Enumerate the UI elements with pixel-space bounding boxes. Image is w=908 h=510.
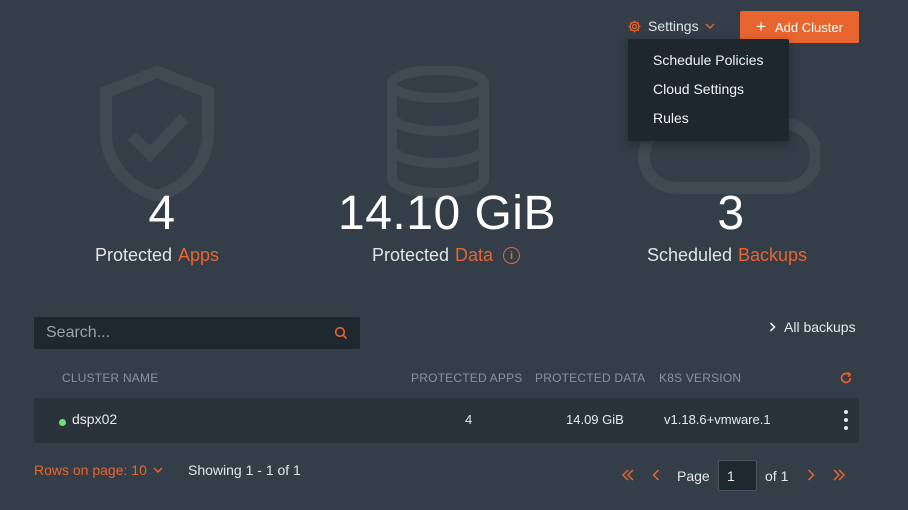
stat-label-accent: Apps	[178, 245, 220, 265]
protected-apps-cell: 4	[465, 412, 473, 427]
search-icon[interactable]	[334, 326, 348, 340]
chevron-down-icon	[705, 23, 715, 29]
search-box	[34, 317, 360, 349]
settings-label: Settings	[648, 18, 699, 34]
last-page-icon[interactable]	[832, 468, 846, 482]
showing-count: Showing 1 - 1 of 1	[188, 462, 301, 478]
plus-icon: +	[756, 16, 766, 36]
menu-item-schedule-policies[interactable]: Schedule Policies	[628, 51, 789, 80]
stat-label-accent: Backups	[738, 245, 808, 265]
page-number-input[interactable]	[718, 460, 757, 491]
first-page-icon[interactable]	[621, 468, 635, 482]
rows-per-page-label: Rows on page: 10	[34, 462, 147, 478]
protected-apps-label: Protected Apps	[57, 245, 257, 266]
chevron-right-icon	[769, 322, 776, 332]
settings-button[interactable]: Settings	[627, 15, 715, 37]
protected-data-label: Protected Data i	[330, 245, 562, 266]
page-label: Page	[677, 468, 710, 484]
stat-label-text: Protected	[94, 245, 172, 265]
chevron-down-icon	[153, 467, 163, 473]
all-backups-label: All backups	[784, 319, 856, 335]
all-backups-link[interactable]: All backups	[769, 319, 856, 335]
next-page-icon[interactable]	[806, 468, 816, 482]
scheduled-backups-label: Scheduled Backups	[617, 245, 837, 266]
add-cluster-label: Add Cluster	[775, 19, 843, 35]
protected-apps-count: 4	[148, 187, 176, 240]
search-input[interactable]	[46, 324, 334, 342]
column-header-cluster-name[interactable]: CLUSTER NAME	[62, 371, 158, 385]
info-icon[interactable]: i	[503, 247, 521, 264]
page-total-label: of 1	[765, 468, 789, 484]
menu-item-cloud-settings[interactable]: Cloud Settings	[628, 80, 789, 109]
stat-label-text: Protected	[371, 245, 449, 265]
column-header-k8s-version[interactable]: K8S VERSION	[659, 371, 741, 385]
column-header-protected-data[interactable]: PROTECTED DATA	[535, 371, 645, 385]
scheduled-backups-count: 3	[717, 187, 745, 240]
settings-dropdown-menu: Schedule Policies Cloud Settings Rules	[628, 39, 789, 141]
column-header-protected-apps[interactable]: PROTECTED APPS	[411, 371, 523, 385]
stat-label-accent: Data	[455, 245, 494, 265]
rows-per-page-dropdown[interactable]: Rows on page: 10	[34, 462, 163, 478]
menu-item-rules[interactable]: Rules	[628, 109, 789, 138]
protected-data-amount: 14.10 GiB	[338, 187, 556, 240]
gear-icon	[628, 20, 641, 32]
stat-label-text: Scheduled	[646, 245, 733, 265]
k8s-version-cell: v1.18.6+vmware.1	[664, 412, 771, 427]
protected-data-cell: 14.09 GiB	[566, 412, 624, 427]
previous-page-icon[interactable]	[651, 468, 661, 482]
shield-check-icon	[100, 66, 214, 201]
status-online-indicator	[59, 419, 66, 426]
cluster-name-cell[interactable]: dspx02	[72, 411, 117, 427]
refresh-icon[interactable]	[839, 371, 853, 385]
row-actions-kebab-icon[interactable]	[843, 410, 849, 430]
table-row[interactable]: dspx02 4 14.09 GiB v1.18.6+vmware.1	[34, 398, 859, 443]
database-icon	[387, 66, 489, 198]
